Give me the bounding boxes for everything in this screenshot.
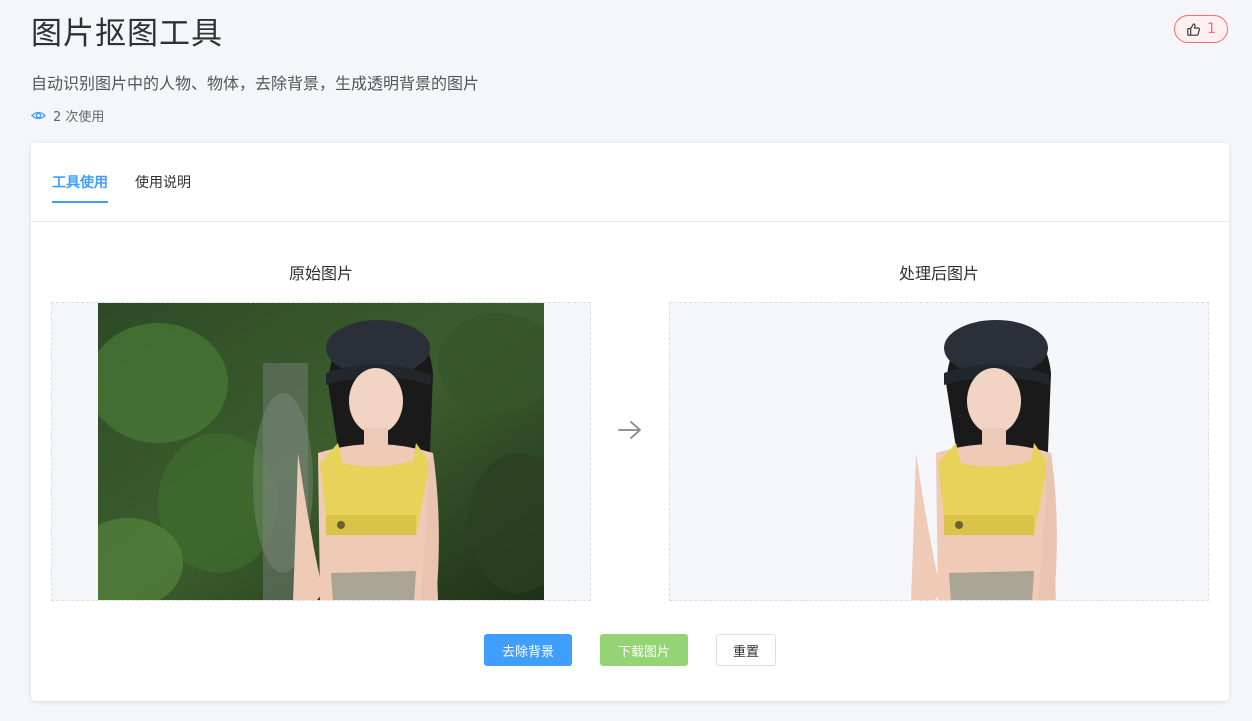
usage-text: 2 次使用	[53, 110, 105, 125]
eye-icon	[31, 111, 46, 120]
like-button[interactable]: 1	[1174, 15, 1228, 43]
tab-instructions[interactable]: 使用说明	[135, 172, 191, 192]
arrow-right-icon	[618, 421, 641, 439]
page-subtitle: 自动识别图片中的人物、物体，去除背景，生成透明背景的图片	[31, 74, 480, 93]
original-image-frame	[51, 302, 591, 601]
thumbs-up-icon	[1187, 22, 1200, 36]
like-count: 1	[1207, 21, 1216, 37]
tab-bar: 工具使用 使用说明	[31, 143, 1229, 222]
tool-card: 工具使用 使用说明 原始图片 处理后图片 去除背景 下载图片 重置	[31, 143, 1229, 701]
processed-image-frame	[669, 302, 1209, 601]
reset-button[interactable]: 重置	[716, 634, 776, 666]
tab-tool-usage[interactable]: 工具使用	[52, 172, 108, 203]
page-title: 图片抠图工具	[31, 16, 223, 52]
original-image-title: 原始图片	[288, 264, 353, 283]
usage-count: 2 次使用	[31, 106, 104, 125]
processed-image-title: 处理后图片	[898, 264, 979, 283]
processed-photo	[911, 320, 1057, 600]
original-photo	[98, 303, 544, 600]
remove-background-button[interactable]: 去除背景	[484, 634, 572, 666]
download-image-button[interactable]: 下载图片	[600, 634, 688, 666]
